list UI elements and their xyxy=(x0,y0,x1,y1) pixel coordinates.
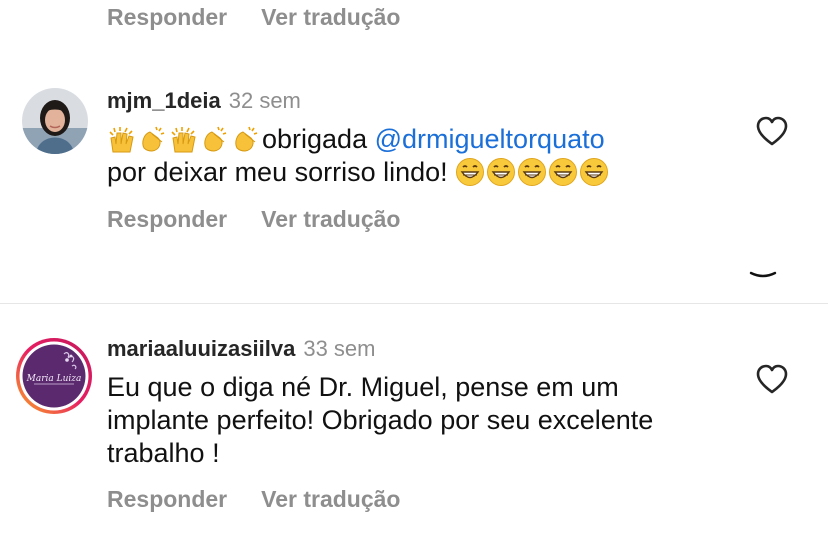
comment-line-1: Eu que o diga né Dr. Miguel, pense em um xyxy=(107,372,619,402)
comment-header: mariaaluuizasiilva 33 sem xyxy=(107,336,375,364)
see-translation-button[interactable]: Ver tradução xyxy=(261,206,400,233)
comment-text: obrigada @drmigueltorquato por deixar me… xyxy=(107,123,610,189)
emoji-clapping-hands-icon xyxy=(138,124,169,154)
emoji-raising-hands-icon xyxy=(107,124,138,154)
handle-icon xyxy=(749,271,777,278)
comment-line-2: por deixar meu sorriso lindo! xyxy=(107,156,610,189)
emoji-grinning-face-icon xyxy=(548,157,579,187)
emoji-raising-hands-icon xyxy=(169,124,200,154)
emoji-grinning-face-icon xyxy=(517,157,548,187)
comment-line-1: obrigada @drmigueltorquato xyxy=(107,123,610,156)
comment-text-before-mention: obrigada xyxy=(262,124,375,154)
comment-actions: Responder Ver tradução xyxy=(107,204,400,234)
comment-username[interactable]: mjm_1deia xyxy=(107,88,221,114)
comments-thread: Responder Ver tradução mjm_1deia 32 sem … xyxy=(0,0,828,558)
emoji-grinning-face-icon xyxy=(486,157,517,187)
reply-button[interactable]: Responder xyxy=(107,486,227,513)
avatar[interactable] xyxy=(22,88,88,154)
comment-time: 32 sem xyxy=(228,88,301,113)
reply-button[interactable]: Responder xyxy=(107,4,227,31)
comment-header: mjm_1deia 32 sem xyxy=(107,88,301,116)
reply-button[interactable]: Responder xyxy=(107,206,227,233)
heart-icon[interactable] xyxy=(755,115,789,147)
see-translation-button[interactable]: Ver tradução xyxy=(261,486,400,513)
divider xyxy=(0,303,828,304)
comment-line-3: trabalho ! xyxy=(107,438,220,468)
heart-icon[interactable] xyxy=(755,363,789,395)
avatar[interactable]: Maria Luiza xyxy=(14,336,94,416)
comment-username[interactable]: mariaaluuizasiilva xyxy=(107,336,295,362)
emoji-grinning-face-icon xyxy=(579,157,610,187)
comment-time: 33 sem xyxy=(303,336,376,361)
comment-line-2: implante perfeito! Obrigado por seu exce… xyxy=(107,405,654,435)
mention-link[interactable]: @drmigueltorquato xyxy=(375,124,605,154)
see-translation-button[interactable]: Ver tradução xyxy=(261,4,400,31)
comment-actions: Responder Ver tradução xyxy=(107,484,400,514)
avatar-logo-text: Maria Luiza xyxy=(26,374,82,384)
emoji-clapping-hands-icon xyxy=(231,124,262,154)
emoji-clapping-hands-icon xyxy=(200,124,231,154)
previous-comment-actions: Responder Ver tradução xyxy=(107,2,400,32)
comment-text-after-mention: por deixar meu sorriso lindo! xyxy=(107,157,456,187)
emoji-grinning-face-icon xyxy=(455,157,486,187)
comment-text: Eu que o diga né Dr. Miguel, pense em um… xyxy=(107,371,653,470)
